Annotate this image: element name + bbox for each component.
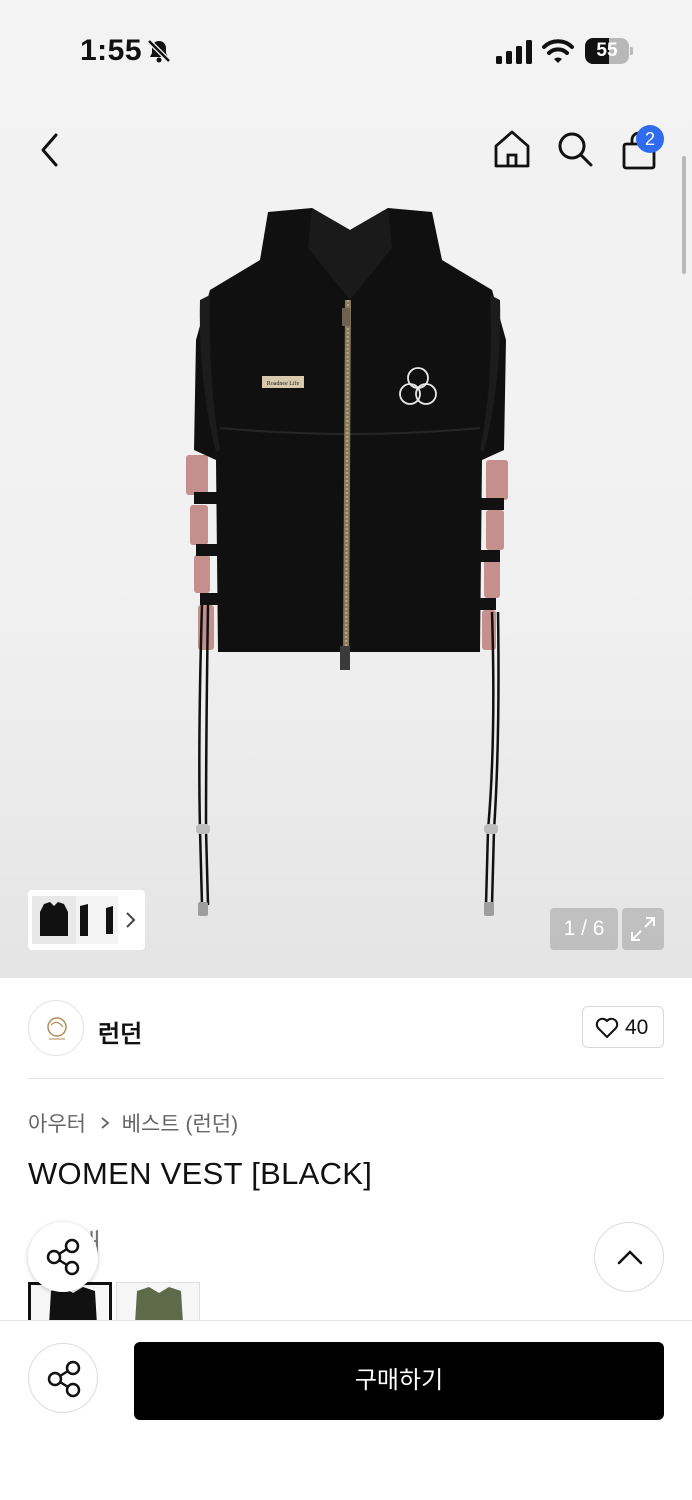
product-title: WOMEN VEST [BLACK]	[28, 1156, 373, 1191]
chevron-right-icon[interactable]	[124, 906, 138, 934]
scroll-to-top-button[interactable]	[594, 1222, 664, 1292]
share-icon	[46, 1238, 80, 1276]
vest-patch-text: Roadnee Life	[267, 380, 300, 387]
product-gallery[interactable]: 1:55 55 2 Roadnee Life 1 / 6	[0, 0, 692, 978]
back-arrow-icon[interactable]	[34, 130, 68, 170]
like-button[interactable]: 40	[582, 1006, 664, 1048]
expand-button[interactable]	[622, 908, 664, 950]
product-photo-vest[interactable]: Roadnee Life	[180, 200, 520, 930]
floating-share-button[interactable]	[28, 1222, 98, 1292]
battery-cap	[630, 47, 633, 55]
cart-count-badge: 2	[636, 125, 664, 153]
thumbnail-2[interactable]	[76, 896, 100, 944]
breadcrumb-category[interactable]: 아우터	[28, 1108, 86, 1138]
status-time: 1:55	[80, 34, 143, 67]
heart-icon	[595, 1017, 619, 1038]
chevron-up-icon	[617, 1250, 643, 1265]
scroll-indicator	[682, 156, 686, 274]
search-icon[interactable]	[556, 130, 594, 168]
battery-indicator: 55	[585, 38, 633, 64]
thumbnail-3[interactable]	[100, 896, 118, 944]
share-button[interactable]	[28, 1343, 98, 1413]
thumbnail-1[interactable]	[32, 896, 76, 944]
bottom-action-bar: 구매하기	[0, 1320, 692, 1500]
buy-button[interactable]: 구매하기	[134, 1342, 664, 1420]
status-bar: 1:55 55	[0, 0, 692, 100]
expand-icon	[631, 917, 655, 941]
brand-name[interactable]: 런던	[98, 1014, 142, 1049]
breadcrumb-subcategory[interactable]: 베스트 (런던)	[122, 1108, 238, 1138]
chevron-right-icon	[98, 1115, 112, 1131]
color-variant-khaki[interactable]	[116, 1282, 200, 1322]
home-icon[interactable]	[492, 128, 532, 170]
divider	[28, 1078, 664, 1079]
image-counter: 1 / 6	[550, 908, 618, 950]
bell-muted-icon	[147, 39, 171, 63]
brand-logo[interactable]	[28, 1000, 84, 1056]
battery-level: 55	[585, 38, 629, 64]
like-count: 40	[625, 1016, 649, 1039]
wifi-icon	[542, 39, 574, 63]
thumbnail-strip[interactable]	[28, 890, 145, 950]
breadcrumb: 아우터 베스트 (런던)	[28, 1108, 238, 1136]
cellular-signal-icon	[496, 40, 532, 64]
share-icon	[47, 1360, 81, 1398]
brand-row[interactable]: 런던 40	[28, 1000, 664, 1058]
